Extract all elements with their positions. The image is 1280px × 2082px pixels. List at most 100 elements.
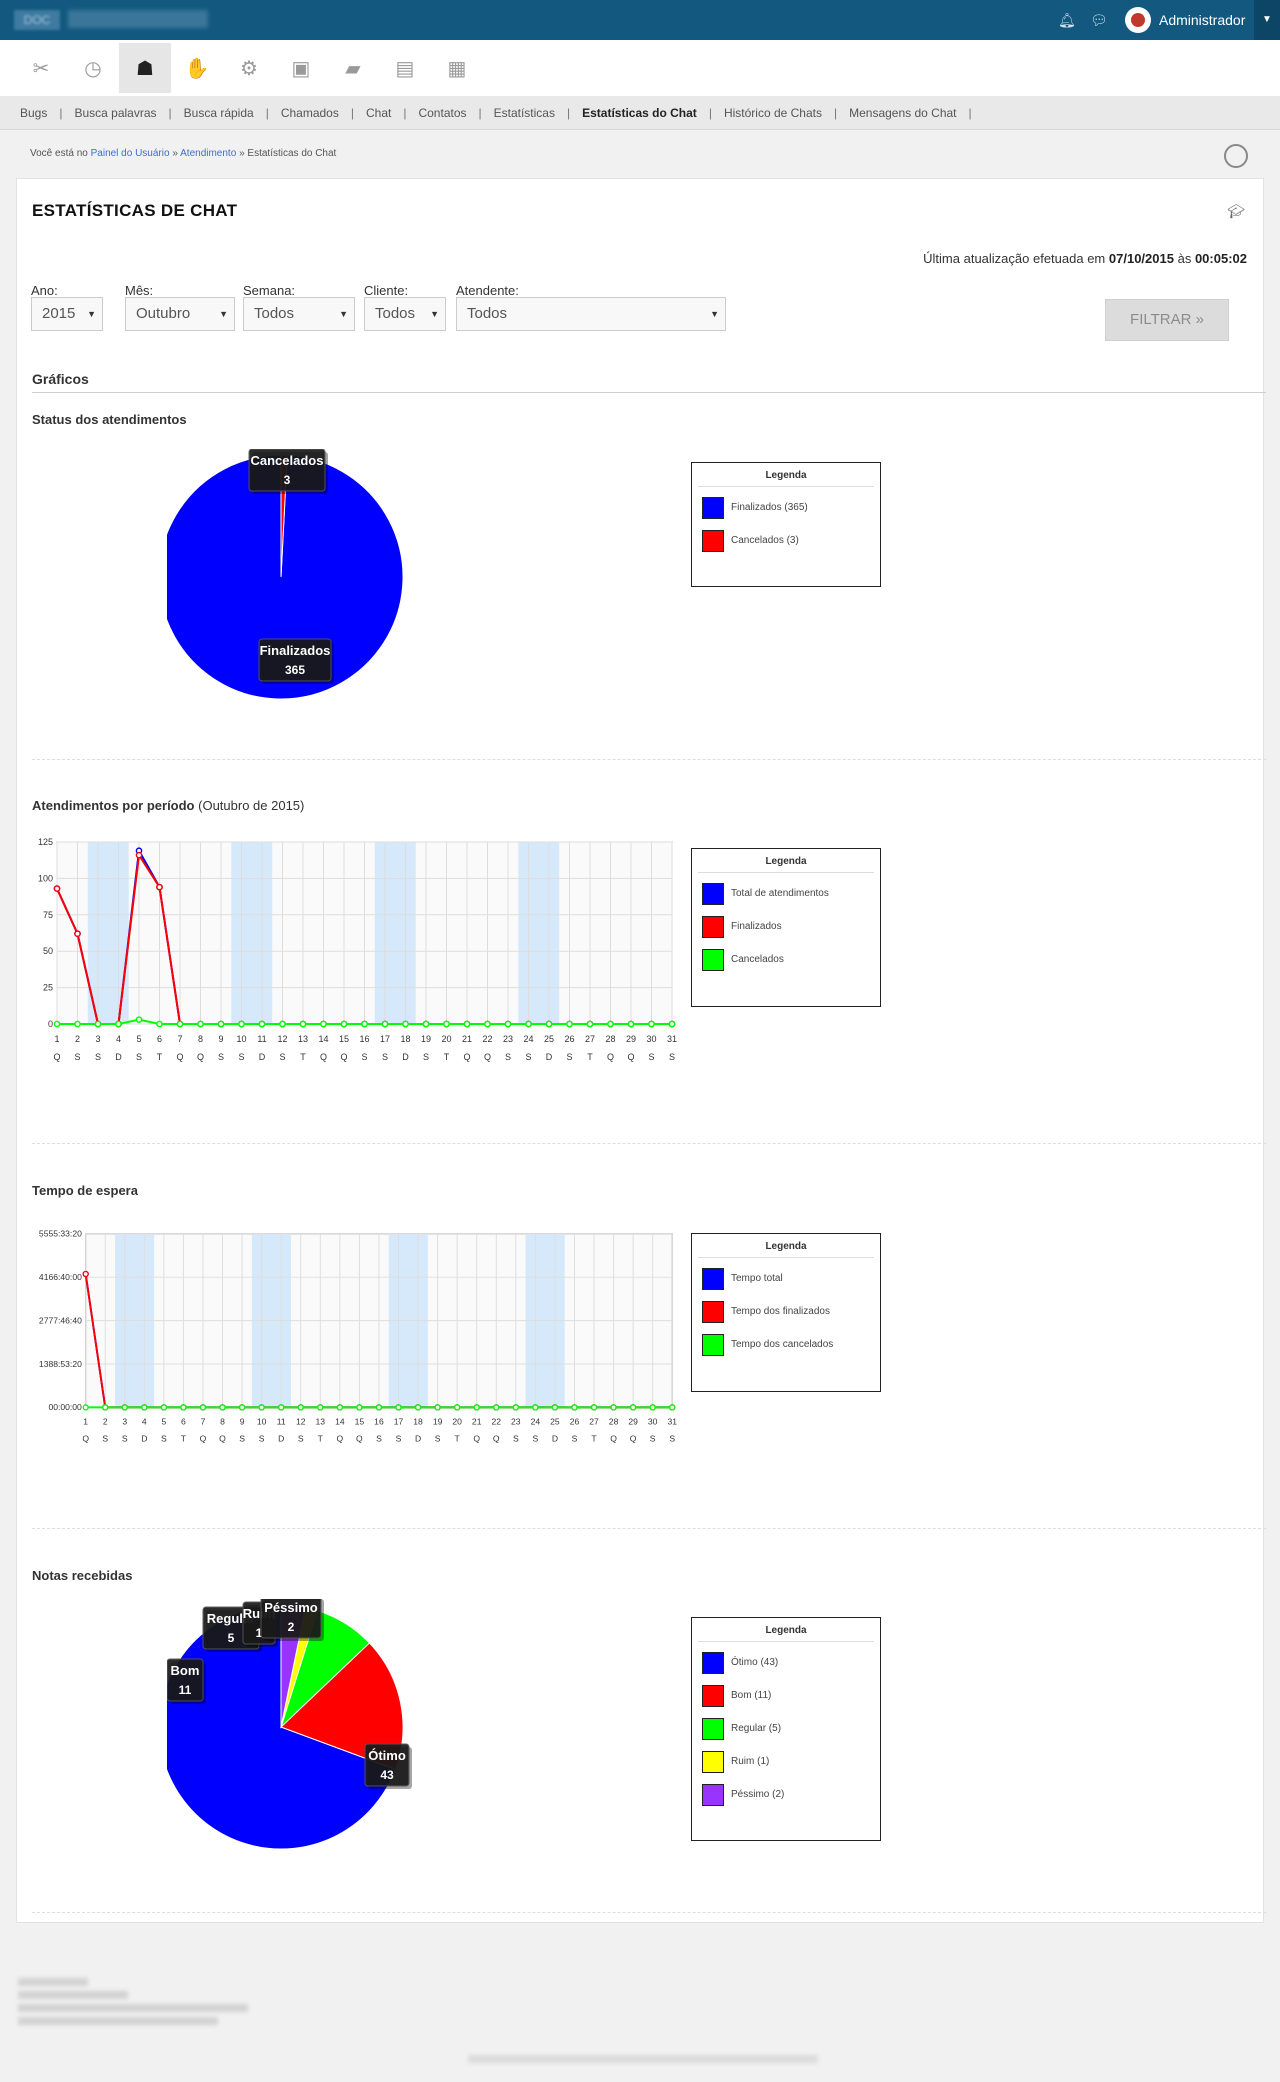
x-tick-label: 2 [75, 1034, 80, 1044]
x-tick-label: 19 [421, 1034, 431, 1044]
tab-busca-r-pida[interactable]: Busca rápida [172, 106, 266, 120]
divider [32, 759, 1266, 760]
data-point [102, 1404, 109, 1411]
tab-bugs[interactable]: Bugs [8, 106, 59, 120]
x-tick-label: 23 [503, 1034, 513, 1044]
x-weekday-label: Q [340, 1052, 347, 1062]
x-weekday-label: Q [200, 1434, 207, 1444]
x-weekday-label: S [218, 1052, 224, 1062]
x-weekday-label: Q [53, 1052, 60, 1062]
weekend-band [374, 842, 416, 1024]
x-tick-label: 29 [626, 1034, 636, 1044]
legend-label: Tempo total [731, 1273, 783, 1284]
slice-value: 2 [288, 1620, 295, 1634]
y-tick-label: 50 [43, 946, 53, 956]
gear-icon[interactable]: ⚙ [223, 43, 275, 93]
data-point [463, 1020, 471, 1028]
filtrar-button[interactable]: FILTRAR » [1105, 299, 1229, 341]
legend-label: Cancelados [731, 954, 784, 965]
x-tick-label: 31 [667, 1034, 677, 1044]
espera-legend: Legenda Tempo total Tempo dos finalizados T… [691, 1233, 881, 1392]
tab-busca-palavras[interactable]: Busca palavras [62, 106, 168, 120]
x-weekday-label: S [669, 1052, 675, 1062]
data-point [649, 1404, 656, 1411]
data-point [53, 885, 61, 892]
data-point [545, 1020, 553, 1028]
graduation-cap-icon[interactable]: 🎓︎ [1227, 203, 1245, 220]
data-point [434, 1404, 441, 1411]
x-tick-label: 12 [277, 1034, 287, 1044]
data-point [135, 851, 143, 859]
contact-card-icon[interactable]: ▦ [431, 43, 483, 93]
tab-hist-rico-de-chats[interactable]: Histórico de Chats [712, 106, 834, 120]
support-face-icon[interactable] [1224, 144, 1248, 168]
tab-contatos[interactable]: Contatos [406, 106, 478, 120]
money-icon[interactable]: ▣ [275, 43, 327, 93]
mes-select[interactable]: Outubro ▼ [125, 297, 235, 331]
x-weekday-label: S [532, 1434, 538, 1444]
caret-down-icon: ▼ [339, 309, 348, 319]
x-weekday-label: S [648, 1052, 654, 1062]
page-title: ESTATÍSTICAS DE CHAT [32, 201, 238, 220]
x-tick-label: 28 [609, 1417, 619, 1427]
tab-mensagens-do-chat[interactable]: Mensagens do Chat [837, 106, 968, 120]
tab-estat-sticas[interactable]: Estatísticas [482, 106, 567, 120]
folder-icon[interactable]: ▰ [327, 43, 379, 93]
tools-icon[interactable]: ✂ [15, 43, 67, 93]
y-tick-label: 2777:46:40 [39, 1315, 82, 1325]
atendente-select[interactable]: Todos ▼ [456, 297, 726, 331]
slice-value: 43 [380, 1768, 394, 1782]
graficos-heading: Gráficos [32, 371, 89, 387]
data-point [375, 1404, 383, 1411]
top-bar: DOC 🔔︎ 💬︎ Administrador ▼ [0, 0, 1280, 40]
x-weekday-label: Q [219, 1434, 226, 1444]
x-tick-label: 17 [394, 1417, 404, 1427]
mes-label: Mês: [125, 283, 154, 298]
divider [32, 1528, 1266, 1529]
cliente-select[interactable]: Todos ▼ [364, 297, 446, 331]
user-menu[interactable]: Administrador [1125, 6, 1245, 34]
breadcrumb-painel-link[interactable]: Painel do Usuário [91, 148, 170, 159]
slice-value: 5 [228, 1631, 235, 1645]
x-weekday-label: S [161, 1434, 167, 1444]
legend-swatch [702, 1717, 724, 1740]
legend-swatch [702, 1783, 724, 1806]
data-point [669, 1404, 676, 1411]
ano-select[interactable]: 2015 ▼ [31, 297, 103, 331]
legend-swatch [702, 882, 724, 905]
legend-title: Legenda [698, 470, 874, 487]
x-weekday-label: S [238, 1052, 244, 1062]
x-tick-label: 5 [161, 1417, 166, 1427]
tab-chamados[interactable]: Chamados [269, 106, 351, 120]
support-agent-icon[interactable]: ☗ [119, 43, 171, 93]
espera-line-chart: 00:00:001388:53:202777:46:404166:40:0055… [39, 1229, 677, 1444]
x-weekday-label: Q [320, 1052, 327, 1062]
clipboard-icon[interactable]: ▤ [379, 43, 431, 93]
breadcrumb-atendimento-link[interactable]: Atendimento [180, 148, 236, 159]
x-tick-label: 27 [585, 1034, 595, 1044]
data-point [94, 1020, 102, 1028]
semana-select[interactable]: Todos ▼ [243, 297, 355, 331]
slice-label: Cancelados [251, 453, 324, 468]
chat-bubbles-icon[interactable]: 💬︎ [1090, 12, 1108, 29]
pie-tooltip: Cancelados 3 [248, 449, 328, 494]
x-tick-label: 10 [257, 1417, 267, 1427]
app-logo[interactable]: DOC [14, 10, 60, 30]
data-point [258, 1020, 266, 1028]
x-weekday-label: S [382, 1052, 388, 1062]
status-chart-title: Status dos atendimentos [32, 412, 187, 427]
x-tick-label: 22 [491, 1417, 501, 1427]
handshake-icon[interactable]: ✋ [171, 43, 223, 93]
tab-estat-sticas-do-chat[interactable]: Estatísticas do Chat [570, 106, 709, 120]
clock-icon[interactable]: ◷ [67, 43, 119, 93]
x-weekday-label: Q [463, 1052, 470, 1062]
x-weekday-label: T [181, 1434, 187, 1444]
notas-pie-chart: Ótimo43Bom11Regular5Ruim1Péssimo2 [167, 1599, 412, 1850]
tab-chat[interactable]: Chat [354, 106, 403, 120]
legend-label: Regular (5) [731, 1723, 782, 1734]
bell-icon[interactable]: 🔔︎ [1058, 12, 1076, 29]
pie-tooltip: Bom 11 [167, 1658, 206, 1704]
chevron-down-icon[interactable]: ▼ [1254, 0, 1280, 40]
x-tick-label: 2 [103, 1417, 108, 1427]
x-weekday-label: D [552, 1434, 558, 1444]
